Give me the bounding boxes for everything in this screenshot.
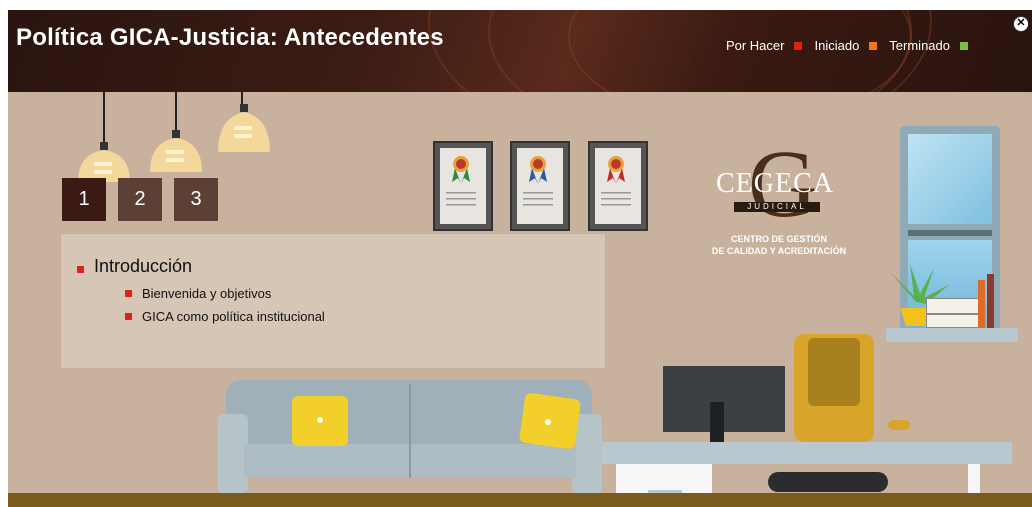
window-pane [908, 134, 992, 224]
status-bullet-todo [77, 266, 84, 273]
logo-line-1: CENTRO DE GESTIÓN [730, 234, 827, 244]
desk-top [602, 442, 1012, 464]
module-button-3[interactable]: 3 [174, 178, 218, 221]
office-scene: 1 2 3 G CEGECA JUDICIAL CENTRO DE GESTIÓ… [8, 92, 1032, 507]
content-panel: Introducción Bienvenida y objetivos GICA… [60, 233, 606, 369]
status-bullet-todo [125, 313, 132, 320]
list-item-label: GICA como política institucional [142, 309, 325, 324]
book [926, 298, 980, 314]
book [987, 274, 994, 328]
legend-label-done: Terminado [889, 38, 950, 53]
list-item[interactable]: Bienvenida y objetivos [125, 286, 271, 301]
chair-back [808, 338, 860, 406]
chair-arm [888, 420, 910, 430]
logo-line-2: DE CALIDAD Y ACREDITACIÓN [711, 246, 847, 256]
status-legend: Por Hacer Iniciado Terminado [726, 38, 974, 53]
book [978, 280, 985, 328]
header-bar: Política GICA-Justicia: Antecedentes Por… [8, 10, 1032, 92]
certificate-frame [588, 141, 648, 231]
window-sill [886, 328, 1018, 342]
pendant-lamp-icon [218, 104, 270, 152]
list-item-label: Bienvenida y objetivos [142, 286, 272, 301]
module-button-2[interactable]: 2 [118, 178, 162, 221]
award-ribbon-icon [523, 156, 553, 206]
legend-swatch-todo [794, 41, 803, 50]
logo-tag: JUDICIAL [734, 202, 820, 212]
module-button-1[interactable]: 1 [62, 178, 106, 221]
award-ribbon-icon [446, 156, 476, 206]
status-bullet-todo [125, 290, 132, 297]
floor [8, 493, 1032, 507]
list-item[interactable]: GICA como política institucional [125, 309, 325, 324]
certificate-frame [510, 141, 570, 231]
cegeca-logo: G CEGECA JUDICIAL CENTRO DE GESTIÓN DE C… [712, 136, 846, 260]
legend-label-todo: Por Hacer [725, 38, 785, 53]
lamp-cord [103, 92, 105, 148]
legend-swatch-started [869, 41, 878, 50]
logo-name: CEGECA [716, 168, 834, 199]
legend-label-started: Iniciado [814, 38, 860, 53]
page-title: Política GICA-Justicia: Antecedentes [16, 24, 444, 51]
monitor [663, 366, 785, 432]
section-title[interactable]: Introducción [77, 256, 192, 277]
chair-base [768, 472, 888, 492]
window-divider [908, 230, 992, 236]
book [926, 314, 984, 328]
section-title-label: Introducción [94, 256, 193, 276]
legend-swatch-done [960, 41, 968, 50]
award-ribbon-icon [601, 156, 631, 206]
pendant-lamp-icon [150, 130, 202, 172]
sofa-icon [218, 380, 602, 494]
close-icon[interactable]: ✕ [1013, 16, 1029, 32]
desk-leg [968, 464, 980, 494]
certificate-frame [433, 141, 493, 231]
